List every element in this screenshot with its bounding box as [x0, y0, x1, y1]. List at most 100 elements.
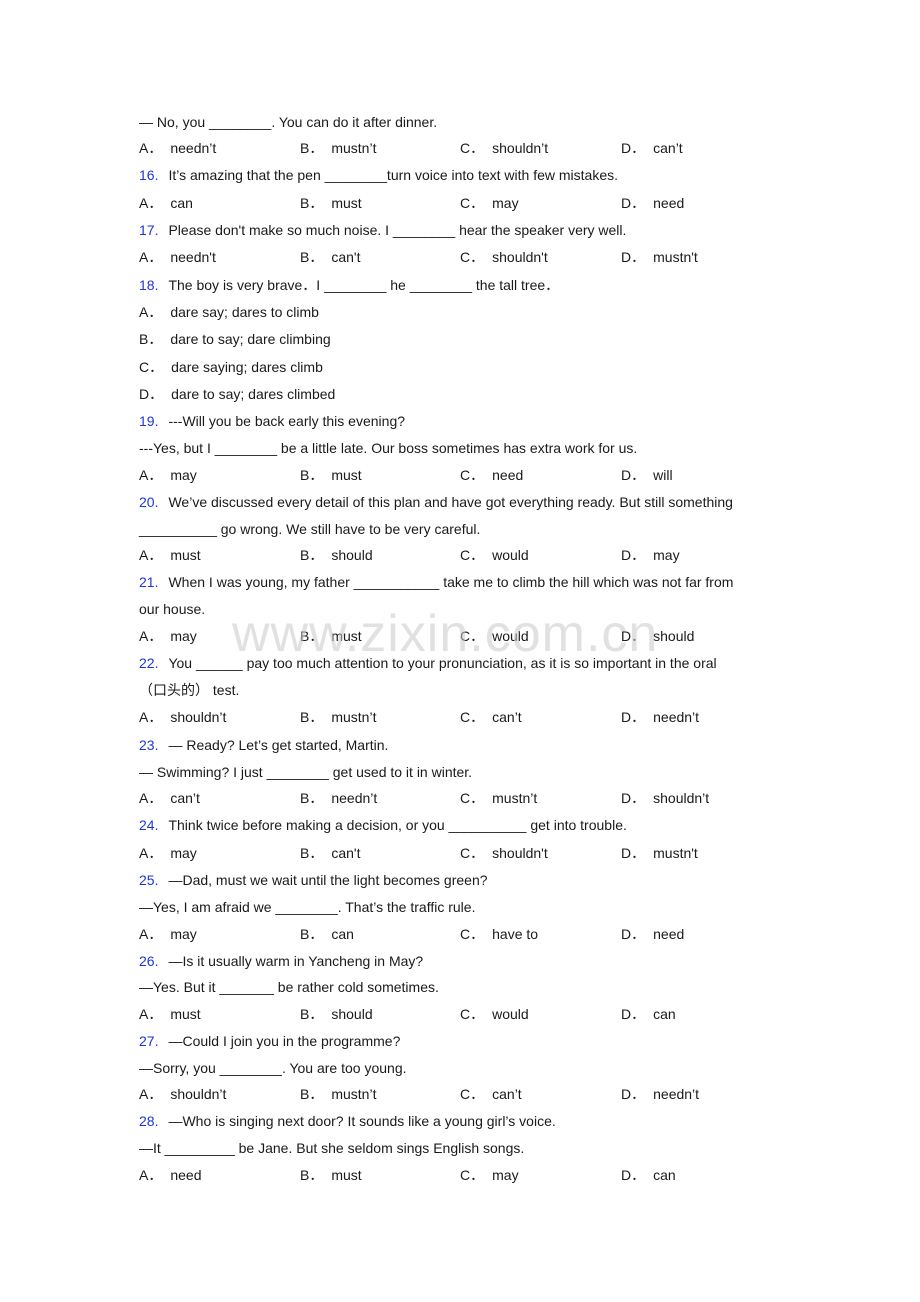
- option-c[interactable]: C． dare saying; dares climb: [139, 357, 323, 377]
- option-a[interactable]: A． needn’t: [139, 138, 216, 158]
- option-c[interactable]: C． need: [460, 465, 523, 485]
- option-d[interactable]: D． mustn't: [621, 247, 698, 267]
- document-page: — No, you ________. You can do it after …: [0, 0, 920, 1302]
- option-b[interactable]: B． must: [300, 193, 362, 213]
- question-28-line-2: —It _________ be Jane. But she seldom si…: [139, 1138, 524, 1158]
- option-b[interactable]: B． can't: [300, 247, 360, 267]
- question-22-line-2: （口头的） test.: [139, 680, 239, 700]
- question-text: Think twice before making a decision, or…: [168, 817, 627, 833]
- question-26-line-2: —Yes. But it _______ be rather cold some…: [139, 977, 439, 997]
- question-number: 20.: [139, 494, 159, 510]
- option-b[interactable]: B． can't: [300, 843, 360, 863]
- option-b[interactable]: B． mustn’t: [300, 707, 376, 727]
- question-number: 21.: [139, 574, 159, 590]
- question-number: 28.: [139, 1113, 159, 1129]
- option-d[interactable]: D． needn’t: [621, 707, 699, 727]
- question-text: — Ready? Let’s get started, Martin.: [168, 737, 389, 753]
- question-number: 22.: [139, 655, 159, 671]
- option-b[interactable]: B． mustn’t: [300, 138, 376, 158]
- option-c[interactable]: C． can’t: [460, 707, 522, 727]
- option-d[interactable]: D． can’t: [621, 138, 683, 158]
- option-a[interactable]: A． can: [139, 193, 193, 213]
- option-b[interactable]: B． must: [300, 1165, 362, 1185]
- question-text: We’ve discussed every detail of this pla…: [168, 494, 733, 510]
- option-b[interactable]: B． needn’t: [300, 788, 377, 808]
- question-26: 26. —Is it usually warm in Yancheng in Ma…: [139, 951, 423, 971]
- option-a[interactable]: A． must: [139, 1004, 201, 1024]
- option-a[interactable]: A． may: [139, 626, 197, 646]
- option-a[interactable]: A． can’t: [139, 788, 200, 808]
- option-b[interactable]: B． must: [300, 626, 362, 646]
- question-text: __________ go wrong. We still have to be…: [139, 521, 481, 537]
- option-c[interactable]: C． may: [460, 193, 519, 213]
- question-number: 18.: [139, 277, 159, 293]
- option-d[interactable]: D． may: [621, 545, 680, 565]
- option-c[interactable]: C． shouldn't: [460, 843, 548, 863]
- option-c[interactable]: C． mustn’t: [460, 788, 537, 808]
- prompt-text: — No, you ________. You can do it after …: [139, 114, 438, 130]
- option-c[interactable]: C． may: [460, 1165, 519, 1185]
- option-a[interactable]: A． may: [139, 843, 197, 863]
- option-b[interactable]: B． should: [300, 545, 373, 565]
- option-b[interactable]: B． mustn’t: [300, 1084, 376, 1104]
- question-19: 19. ---Will you be back early this evenin…: [139, 411, 405, 431]
- option-b[interactable]: B． should: [300, 1004, 373, 1024]
- question-20: 20. We’ve discussed every detail of this …: [139, 492, 733, 512]
- question-text: ---Will you be back early this evening?: [168, 413, 406, 429]
- question-text: Please don't make so much noise. I _____…: [168, 222, 627, 238]
- question-19-line-2: ---Yes, but I ________ be a little late.…: [139, 438, 637, 458]
- option-d[interactable]: D． mustn't: [621, 843, 698, 863]
- question-24: 24. Think twice before making a decision,…: [139, 815, 627, 835]
- option-d[interactable]: D． should: [621, 626, 694, 646]
- option-b[interactable]: B． can: [300, 924, 354, 944]
- option-d[interactable]: D． will: [621, 465, 673, 485]
- question-25: 25. —Dad, must we wait until the light be…: [139, 870, 488, 890]
- option-d[interactable]: D． needn’t: [621, 1084, 699, 1104]
- option-b[interactable]: B． must: [300, 465, 362, 485]
- option-a[interactable]: A． dare say; dares to climb: [139, 302, 319, 322]
- question-text: —Sorry, you ________. You are too young.: [139, 1060, 407, 1076]
- question-17: 17. Please don't make so much noise. I __…: [139, 220, 626, 240]
- question-number: 16.: [139, 167, 159, 183]
- option-d[interactable]: D． can: [621, 1165, 676, 1185]
- option-a[interactable]: A． may: [139, 465, 197, 485]
- option-a[interactable]: A． shouldn’t: [139, 707, 226, 727]
- question-27: 27. —Could I join you in the programme?: [139, 1031, 400, 1051]
- option-a[interactable]: A． may: [139, 924, 197, 944]
- question-16: 16. It’s amazing that the pen ________tur…: [139, 165, 618, 185]
- question-text: The boy is very brave．I ________ he ____…: [168, 277, 560, 293]
- question-number: 24.: [139, 817, 159, 833]
- question-text: ---Yes, but I ________ be a little late.…: [139, 440, 638, 456]
- question-text: — Swimming? I just ________ get used to …: [139, 764, 473, 780]
- option-b[interactable]: B． dare to say; dare climbing: [139, 329, 331, 349]
- option-d[interactable]: D． need: [621, 924, 684, 944]
- option-c[interactable]: C． would: [460, 626, 529, 646]
- question-text: —Who is singing next door? It sounds lik…: [168, 1113, 556, 1129]
- option-a[interactable]: A． needn't: [139, 247, 216, 267]
- question-23: 23. — Ready? Let’s get started, Martin.: [139, 735, 388, 755]
- option-c[interactable]: C． shouldn't: [460, 247, 548, 267]
- option-d[interactable]: D． need: [621, 193, 684, 213]
- option-a[interactable]: A． shouldn’t: [139, 1084, 226, 1104]
- option-a[interactable]: A． must: [139, 545, 201, 565]
- question-text: —Yes. But it _______ be rather cold some…: [139, 979, 439, 995]
- question-20-line-2: __________ go wrong. We still have to be…: [139, 519, 480, 539]
- option-d[interactable]: D． can: [621, 1004, 676, 1024]
- option-c[interactable]: C． can’t: [460, 1084, 522, 1104]
- question-text: —Could I join you in the programme?: [168, 1033, 401, 1049]
- question-21: 21. When I was young, my father _________…: [139, 572, 733, 592]
- question-number: 17.: [139, 222, 159, 238]
- option-c[interactable]: C． shouldn’t: [460, 138, 548, 158]
- question-22: 22. You ______ pay too much attention to …: [139, 653, 717, 673]
- question-text: —Is it usually warm in Yancheng in May?: [168, 953, 424, 969]
- question-text: You ______ pay too much attention to you…: [168, 655, 717, 671]
- option-c[interactable]: C． have to: [460, 924, 538, 944]
- option-c[interactable]: C． would: [460, 545, 529, 565]
- lead-prompt: — No, you ________. You can do it after …: [139, 112, 437, 132]
- question-text: —Dad, must we wait until the light becom…: [168, 872, 488, 888]
- question-21-line-2: our house.: [139, 599, 205, 619]
- option-a[interactable]: A． need: [139, 1165, 202, 1185]
- option-c[interactable]: C． would: [460, 1004, 529, 1024]
- option-d[interactable]: D． shouldn’t: [621, 788, 709, 808]
- option-d[interactable]: D． dare to say; dares climbed: [139, 384, 335, 404]
